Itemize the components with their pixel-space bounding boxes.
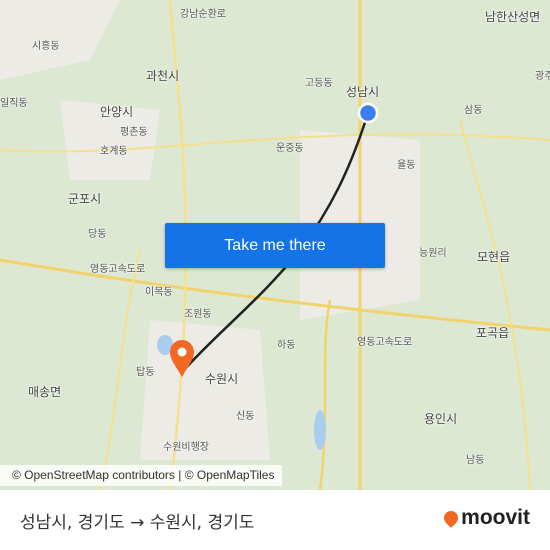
map-label: 영동고속도로 xyxy=(90,264,146,275)
map-label: 하동 xyxy=(277,340,296,351)
route-title: 성남시, 경기도 → 수원시, 경기도 xyxy=(20,508,254,533)
map-label: 고등동 xyxy=(305,78,333,89)
map-attribution[interactable]: © OpenStreetMap contributors | © OpenMap… xyxy=(0,465,283,486)
map-label: 용인시 xyxy=(424,412,458,426)
map-label: 영동고속도로 xyxy=(357,337,413,348)
map-label: 남한산성면 xyxy=(485,10,541,24)
map-label: 모현읍 xyxy=(477,250,511,264)
map-label: 이목동 xyxy=(145,287,173,298)
moovit-pin-icon xyxy=(441,508,462,528)
map-label: 포곡읍 xyxy=(476,326,510,340)
map-label: 조원동 xyxy=(184,309,212,320)
map-label: 남동 xyxy=(466,455,485,466)
map-label: 능원리 xyxy=(419,248,447,259)
moovit-logo[interactable]: moovit xyxy=(441,506,530,530)
map-label: 평촌동 xyxy=(120,127,148,138)
map-label: 일직동 xyxy=(0,98,28,109)
map-label: 탑동 xyxy=(136,367,155,378)
map-label: 안양시 xyxy=(100,105,134,119)
map-label: 운중동 xyxy=(276,143,304,154)
map-label: 삼동 xyxy=(464,105,483,116)
destination-name: 수원시, 경기도 xyxy=(149,513,255,533)
origin-name: 성남시, 경기도 xyxy=(20,513,125,533)
map-label: 매송면 xyxy=(28,385,62,399)
map-label: 신동 xyxy=(236,411,255,422)
footer: 성남시, 경기도 → 수원시, 경기도 moovit xyxy=(0,490,550,550)
map-label: 과천시 xyxy=(146,69,180,83)
map-label: 군포시 xyxy=(68,192,102,206)
map-label: 호계동 xyxy=(100,146,128,157)
origin-marker xyxy=(357,102,379,124)
map-label: 수원비행장 xyxy=(163,442,209,453)
map-label: 수원시 xyxy=(205,372,239,386)
arrow-right-icon: → xyxy=(130,513,145,533)
take-me-there-button[interactable]: Take me there xyxy=(165,223,385,268)
map-label: 광주 xyxy=(535,71,550,82)
map-label: 율동 xyxy=(397,160,416,171)
map-label: 강남순환로 xyxy=(180,9,226,20)
logo-text: moovit xyxy=(461,506,530,529)
map-label: 성남시 xyxy=(346,85,380,99)
map[interactable]: 강남순환로 남한산성면 시흥동 과천시 고등동 성남시 광주 일직동 삼동 안양… xyxy=(0,0,550,490)
map-label: 당동 xyxy=(88,229,107,240)
map-label: 시흥동 xyxy=(32,41,60,52)
